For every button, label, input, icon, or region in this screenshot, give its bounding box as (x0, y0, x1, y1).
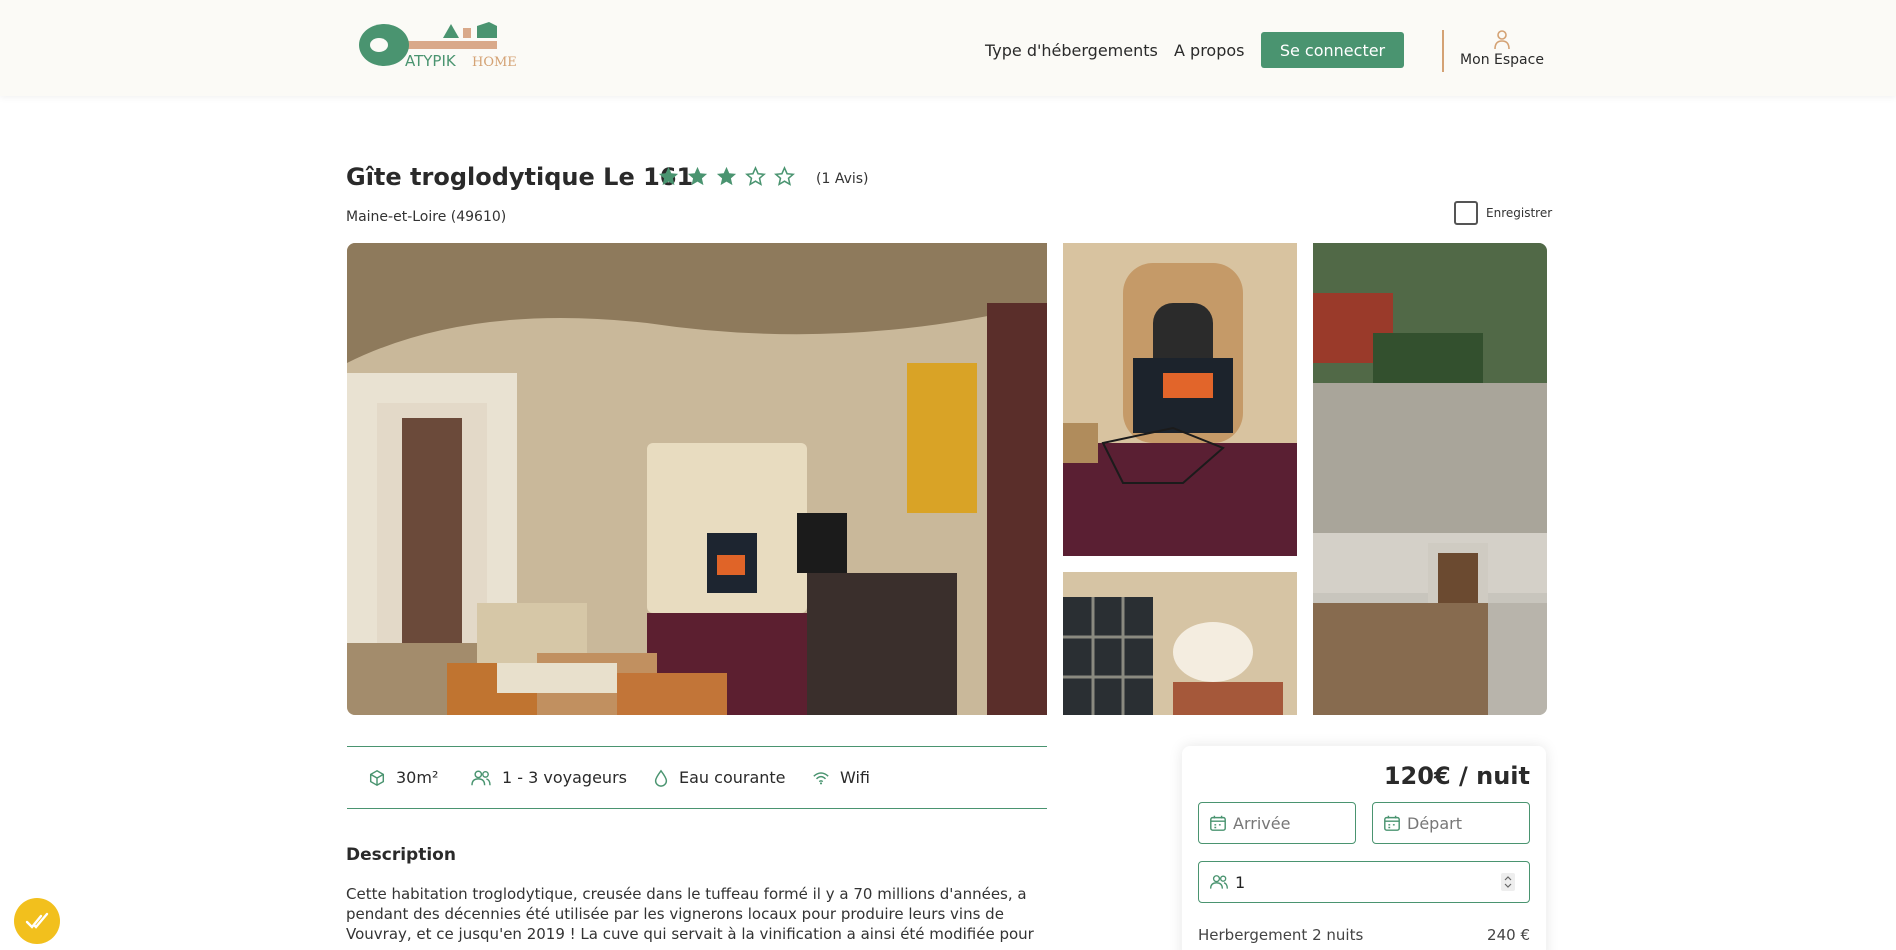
amenity-wifi-label: Wifi (840, 768, 870, 787)
save-label[interactable]: Enregistrer (1486, 206, 1552, 220)
gallery-photo-4[interactable] (1313, 243, 1547, 715)
arrival-placeholder: Arrivée (1233, 813, 1291, 833)
amenity-size-label: 30m² (396, 768, 439, 787)
rating-stars (657, 165, 796, 188)
double-check-icon (25, 912, 49, 929)
star-filled-icon (687, 166, 708, 186)
listing-location: Maine-et-Loire (49610) (346, 209, 507, 225)
description-heading: Description (346, 845, 456, 865)
star-filled-icon (658, 166, 679, 186)
users-icon (471, 770, 491, 785)
listing-title: Gîte troglodytique Le 161 (346, 163, 694, 191)
nightly-price: 120€ / nuit (1383, 762, 1530, 790)
arrival-date-field[interactable]: Arrivée (1198, 802, 1356, 844)
review-count[interactable]: (1 Avis) (816, 171, 869, 187)
gallery-photo-2[interactable] (1063, 243, 1297, 556)
amenity-guests: 1 - 3 voyageurs (470, 768, 627, 787)
login-button[interactable]: Se connecter (1261, 32, 1404, 68)
gallery-main-photo[interactable] (347, 243, 1047, 715)
calendar-icon (1384, 815, 1400, 831)
account-label: Mon Espace (1460, 52, 1544, 68)
amenity-wifi: Wifi (812, 768, 870, 787)
departure-date-field[interactable]: Départ (1372, 802, 1530, 844)
departure-placeholder: Départ (1407, 813, 1462, 833)
stay-price: 240 € (1487, 926, 1530, 944)
star-empty-icon (745, 165, 766, 186)
atypik-home-logo[interactable]: ATYPIK HOME (357, 20, 527, 72)
booking-card: 120€ / nuit Arrivée Départ 1 Herbergemen… (1182, 746, 1546, 950)
logo-text-atypik: ATYPIK (405, 52, 457, 70)
star-empty-icon (774, 165, 795, 186)
guests-number-input[interactable]: 1 (1198, 861, 1530, 903)
user-icon (1494, 30, 1510, 50)
users-icon (1210, 875, 1228, 889)
account-link[interactable]: Mon Espace (1459, 30, 1545, 68)
amenity-water-label: Eau courante (679, 768, 786, 787)
site-header: ATYPIK HOME Type d'hébergements A propos… (0, 0, 1896, 96)
floating-check-badge[interactable] (14, 898, 60, 944)
droplet-icon (654, 769, 668, 787)
stepper-arrows-icon (1504, 876, 1512, 888)
gallery-photo-3[interactable] (1063, 572, 1297, 715)
star-filled-icon (716, 166, 737, 186)
amenity-water: Eau courante (653, 768, 786, 787)
header-divider (1442, 30, 1444, 72)
calendar-icon (1210, 815, 1226, 831)
save-checkbox[interactable] (1454, 201, 1478, 225)
guests-value: 1 (1235, 872, 1246, 892)
logo-text-home: HOME (472, 55, 517, 70)
nav-accommodation-types[interactable]: Type d'hébergements (985, 41, 1158, 60)
amenity-size: 30m² (368, 768, 438, 787)
stay-label: Herbergement 2 nuits (1198, 926, 1364, 944)
guests-stepper[interactable] (1501, 873, 1515, 891)
nav-about[interactable]: A propos (1174, 41, 1244, 60)
cube-icon (369, 769, 385, 786)
amenity-guests-label: 1 - 3 voyageurs (502, 768, 627, 787)
wifi-icon (813, 771, 829, 784)
description-text: Cette habitation troglodytique, creusée … (346, 885, 1034, 950)
amenities-bar: 30m² 1 - 3 voyageurs Eau courante Wifi (347, 746, 1047, 809)
